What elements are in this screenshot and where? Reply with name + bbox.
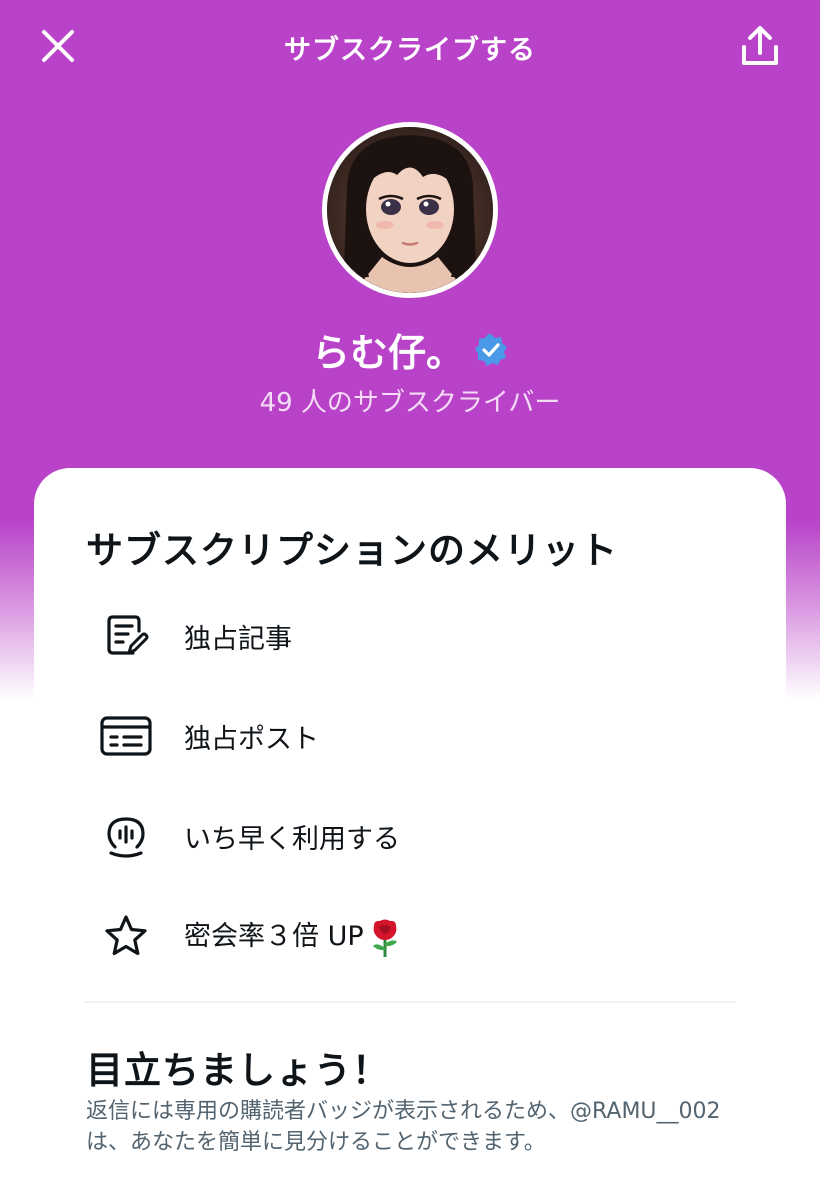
benefit-label: 独占記事 (184, 623, 292, 655)
avatar (322, 122, 498, 298)
benefit-item-articles: 独占記事 (100, 606, 720, 666)
benefits-title: サブスクリプションのメリット (86, 529, 618, 572)
verified-badge-icon (475, 333, 507, 366)
benefit-label: 独占ポスト (184, 723, 319, 755)
benefit-label: 密会率３倍 UP (184, 914, 402, 958)
subscribe-screen: サブスクライブする らむ仔。 49 人のサブスクライバー サブスクリプションのメ… (0, 0, 820, 1200)
post-icon (100, 710, 152, 762)
benefit-item-bonus: 密会率３倍 UP (100, 906, 720, 966)
standout-description: 返信には専用の購読者バッジが表示されるため、@RAMU__002 は、あなたを簡… (86, 1099, 721, 1155)
benefit-item-early-access: いち早く利用する (100, 806, 720, 866)
share-button[interactable] (736, 22, 784, 70)
spaces-icon (100, 810, 152, 862)
profile-name-row: らむ仔。 (0, 322, 820, 377)
profile-name: らむ仔。 (311, 331, 464, 375)
benefit-label: いち早く利用する (184, 823, 400, 855)
rose-emoji-icon (372, 919, 397, 957)
divider (84, 1001, 736, 1003)
standout-title: 目立ちましょう！ (86, 1049, 390, 1092)
subscriber-count: 49 人のサブスクライバー (259, 388, 561, 418)
benefit-item-posts: 独占ポスト (100, 706, 720, 766)
page-title: サブスクライブする (284, 35, 536, 66)
share-icon (742, 26, 778, 65)
star-icon (100, 910, 152, 962)
benefits-card: サブスクリプションのメリット 独占記事 独占ポスト いち早く利用する 密会率３倍… (34, 468, 786, 1200)
article-icon (100, 610, 152, 662)
top-bar: サブスクライブする (0, 0, 820, 92)
